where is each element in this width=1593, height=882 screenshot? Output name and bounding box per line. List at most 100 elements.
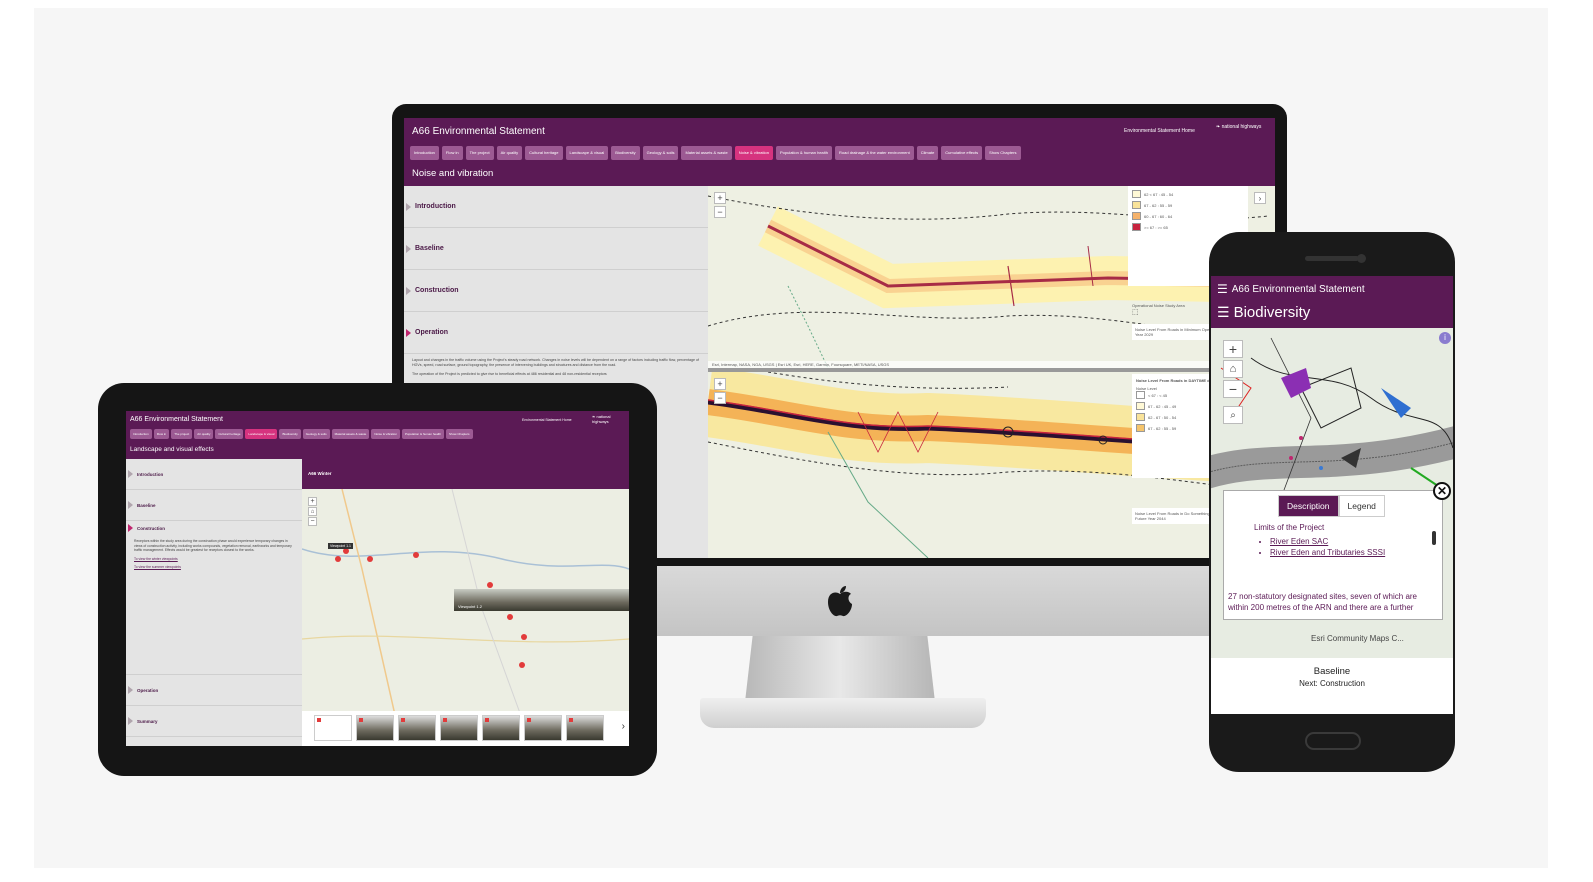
tablet-section-construction[interactable]: Construction [126, 521, 302, 535]
desktop-section-introduction[interactable]: Introduction [404, 186, 708, 228]
desktop-nav-pill[interactable]: Climate [916, 146, 939, 160]
popup-tab-description[interactable]: Description [1278, 495, 1339, 517]
viewpoint-photo[interactable]: Viewpoint 1.2 [454, 589, 629, 611]
thumbnail-marker-icon [485, 718, 489, 722]
tablet-nav-pill[interactable]: Introduction [130, 429, 152, 439]
tablet-zoom-in-icon[interactable]: + [308, 497, 317, 506]
section-label: Construction [137, 525, 165, 531]
desktop-home-link[interactable]: Environmental Statement Home [1124, 128, 1195, 134]
zoom-in-icon[interactable]: + [714, 192, 726, 204]
phone-search-icon[interactable]: ⌕ [1223, 406, 1243, 424]
desktop-nav-pill[interactable]: Population & human health [775, 146, 833, 160]
thumbnail-marker-icon [317, 718, 321, 722]
desktop-nav-pill[interactable]: Landscape & visual [565, 146, 609, 160]
desktop-section-operation[interactable]: Operation [404, 312, 708, 354]
tablet-app-header: A66 Environmental Statement Environmenta… [126, 411, 629, 459]
desktop-page-title: Noise and vibration [412, 168, 494, 179]
desktop-nav-pill[interactable]: Air quality [496, 146, 523, 160]
list-menu-icon[interactable]: ☰ [1217, 282, 1228, 296]
desktop-nav-pill[interactable]: Biodiversity [611, 146, 640, 160]
tablet-nav-pill[interactable]: Show Chapters [446, 429, 473, 439]
desktop-app-header: A66 Environmental Statement Environmenta… [404, 118, 1275, 186]
phone-zoom-out-icon[interactable]: − [1223, 380, 1243, 398]
popup-scrollbar[interactable] [1432, 531, 1436, 545]
desktop-section-baseline[interactable]: Baseline [404, 228, 708, 270]
desktop-nav-pill[interactable]: Material assets & waste [681, 146, 732, 160]
tablet-nav-pill[interactable]: The project [171, 429, 193, 439]
tablet-nav-pill[interactable]: Population & human health [402, 429, 445, 439]
desktop-nav-pill[interactable]: Introduction [410, 146, 439, 160]
desktop-nav-pill[interactable]: The project [465, 146, 494, 160]
phone-zoom-in-icon[interactable]: + [1223, 340, 1243, 358]
tablet-nav-pill[interactable]: Landscape & visual [245, 429, 278, 439]
phone-page-row[interactable]: ☰ Biodiversity [1217, 304, 1310, 321]
legend-row: >= 67 : >= 65 [1132, 223, 1244, 231]
desktop-nav-pill[interactable]: Noise & vibration [734, 146, 773, 160]
desktop-nav-pill[interactable]: Show Chapters [985, 146, 1021, 160]
phone-page-title: Biodiversity [1233, 304, 1311, 321]
viewpoint-thumbnail[interactable] [398, 715, 436, 741]
legend-swatch [1136, 391, 1145, 399]
tablet-section-operation[interactable]: Operation [126, 675, 302, 706]
desktop-chapter-nav: Introduction Flow in The project Air qualit… [410, 146, 1270, 160]
viewpoint-thumbnail[interactable] [482, 715, 520, 741]
tablet-section-introduction[interactable]: Introduction [126, 459, 302, 490]
phone-home-button[interactable] [1305, 732, 1361, 750]
legend-row: 60 - 67 : 60 - 64 [1132, 212, 1244, 220]
tablet-nav-pill[interactable]: Material assets & waste [331, 429, 370, 439]
desktop-app-title[interactable]: A66 Environmental Statement [412, 126, 545, 137]
tablet-section-baseline[interactable]: Baseline [126, 490, 302, 521]
viewpoint-tag[interactable]: Viewpoint 1.1 [328, 543, 353, 549]
expand-icon[interactable]: › [1254, 192, 1266, 204]
tablet-landscape-map[interactable]: A66 Winter + ⌂ − Viewpoint 1.1 Viewpoint… [302, 459, 629, 746]
viewpoint-thumbnail[interactable] [314, 715, 352, 741]
close-icon[interactable]: ✕ [1433, 482, 1451, 500]
tablet-nav-pill[interactable]: Air quality [194, 429, 214, 439]
viewpoint-thumbnail[interactable] [566, 715, 604, 741]
phone-title-row[interactable]: ☰ A66 Environmental Statement [1217, 282, 1365, 296]
phone-biodiversity-map[interactable]: + ⌂ − ⌕ i Description Legend Limits of th… [1211, 328, 1453, 658]
popup-tab-legend[interactable]: Legend [1338, 495, 1385, 517]
noise-map-opening-year[interactable]: + − 62 < 67 : 45 - 54 67 - 62 : 55 - 59 60… [708, 186, 1275, 368]
tablet-nav-pill[interactable]: Flow in [153, 429, 170, 439]
tablet-app-title[interactable]: A66 Environmental Statement [130, 416, 223, 423]
info-icon[interactable]: i [1439, 332, 1451, 344]
legend-label: >= 67 : >= 65 [1144, 224, 1168, 230]
viewpoint-thumbnail[interactable] [524, 715, 562, 741]
phone-home-icon[interactable]: ⌂ [1223, 360, 1243, 378]
tablet-nav-pill[interactable]: Cultural heritage [215, 429, 244, 439]
tablet-section-summary[interactable]: Summary [126, 706, 302, 737]
tablet-home-link[interactable]: Environmental Statement Home [522, 418, 572, 422]
desktop-nav-pill[interactable]: Cumulative effects [941, 146, 983, 160]
viewpoint-thumbnail[interactable] [440, 715, 478, 741]
desktop-nav-pill[interactable]: Geology & soils [642, 146, 679, 160]
phone-next-link[interactable]: Next: Construction [1211, 679, 1453, 688]
tablet-zoom-out-icon[interactable]: − [308, 517, 317, 526]
tablet-nav-pill[interactable]: Geology & soils [302, 429, 330, 439]
desktop-nav-pill[interactable]: Road drainage & the water environment [835, 146, 914, 160]
tablet-home-icon[interactable]: ⌂ [308, 507, 317, 516]
designated-site-link[interactable]: River Eden SAC [1270, 537, 1390, 546]
list-menu-icon-2[interactable]: ☰ [1217, 304, 1230, 321]
legend-label: 62 < 67 : 45 - 54 [1144, 191, 1174, 197]
description-popup: Description Legend Limits of the Project … [1223, 490, 1443, 620]
tablet-nav-pill[interactable]: Biodiversity [279, 429, 301, 439]
zoom-out-icon-2[interactable]: − [714, 392, 726, 404]
popup-site-list: River Eden SAC River Eden and Tributaries… [1270, 537, 1390, 559]
zoom-in-icon-2[interactable]: + [714, 378, 726, 390]
section-label: Operation [415, 329, 449, 336]
viewpoints-link[interactable]: To view the summer viewpoints [134, 565, 294, 569]
legend-swatch [1132, 223, 1141, 231]
desktop-nav-pill[interactable]: Cultural heritage [525, 146, 563, 160]
thumbnail-marker-icon [569, 718, 573, 722]
viewpoint-thumbnail[interactable] [356, 715, 394, 741]
thumbs-next-icon[interactable]: › [622, 721, 625, 732]
viewpoints-link[interactable]: To view the winter viewpoints [134, 557, 294, 561]
tablet-nav-pill[interactable]: Noise & vibration [371, 429, 400, 439]
legend-swatch [1136, 413, 1145, 421]
noise-map-future-year[interactable]: + − Noise Level From Roads in DAYTIME dB… [708, 372, 1275, 558]
zoom-out-icon[interactable]: − [714, 206, 726, 218]
desktop-section-construction[interactable]: Construction [404, 270, 708, 312]
designated-site-link[interactable]: River Eden and Tributaries SSSI [1270, 548, 1390, 557]
desktop-nav-pill[interactable]: Flow in [441, 146, 463, 160]
